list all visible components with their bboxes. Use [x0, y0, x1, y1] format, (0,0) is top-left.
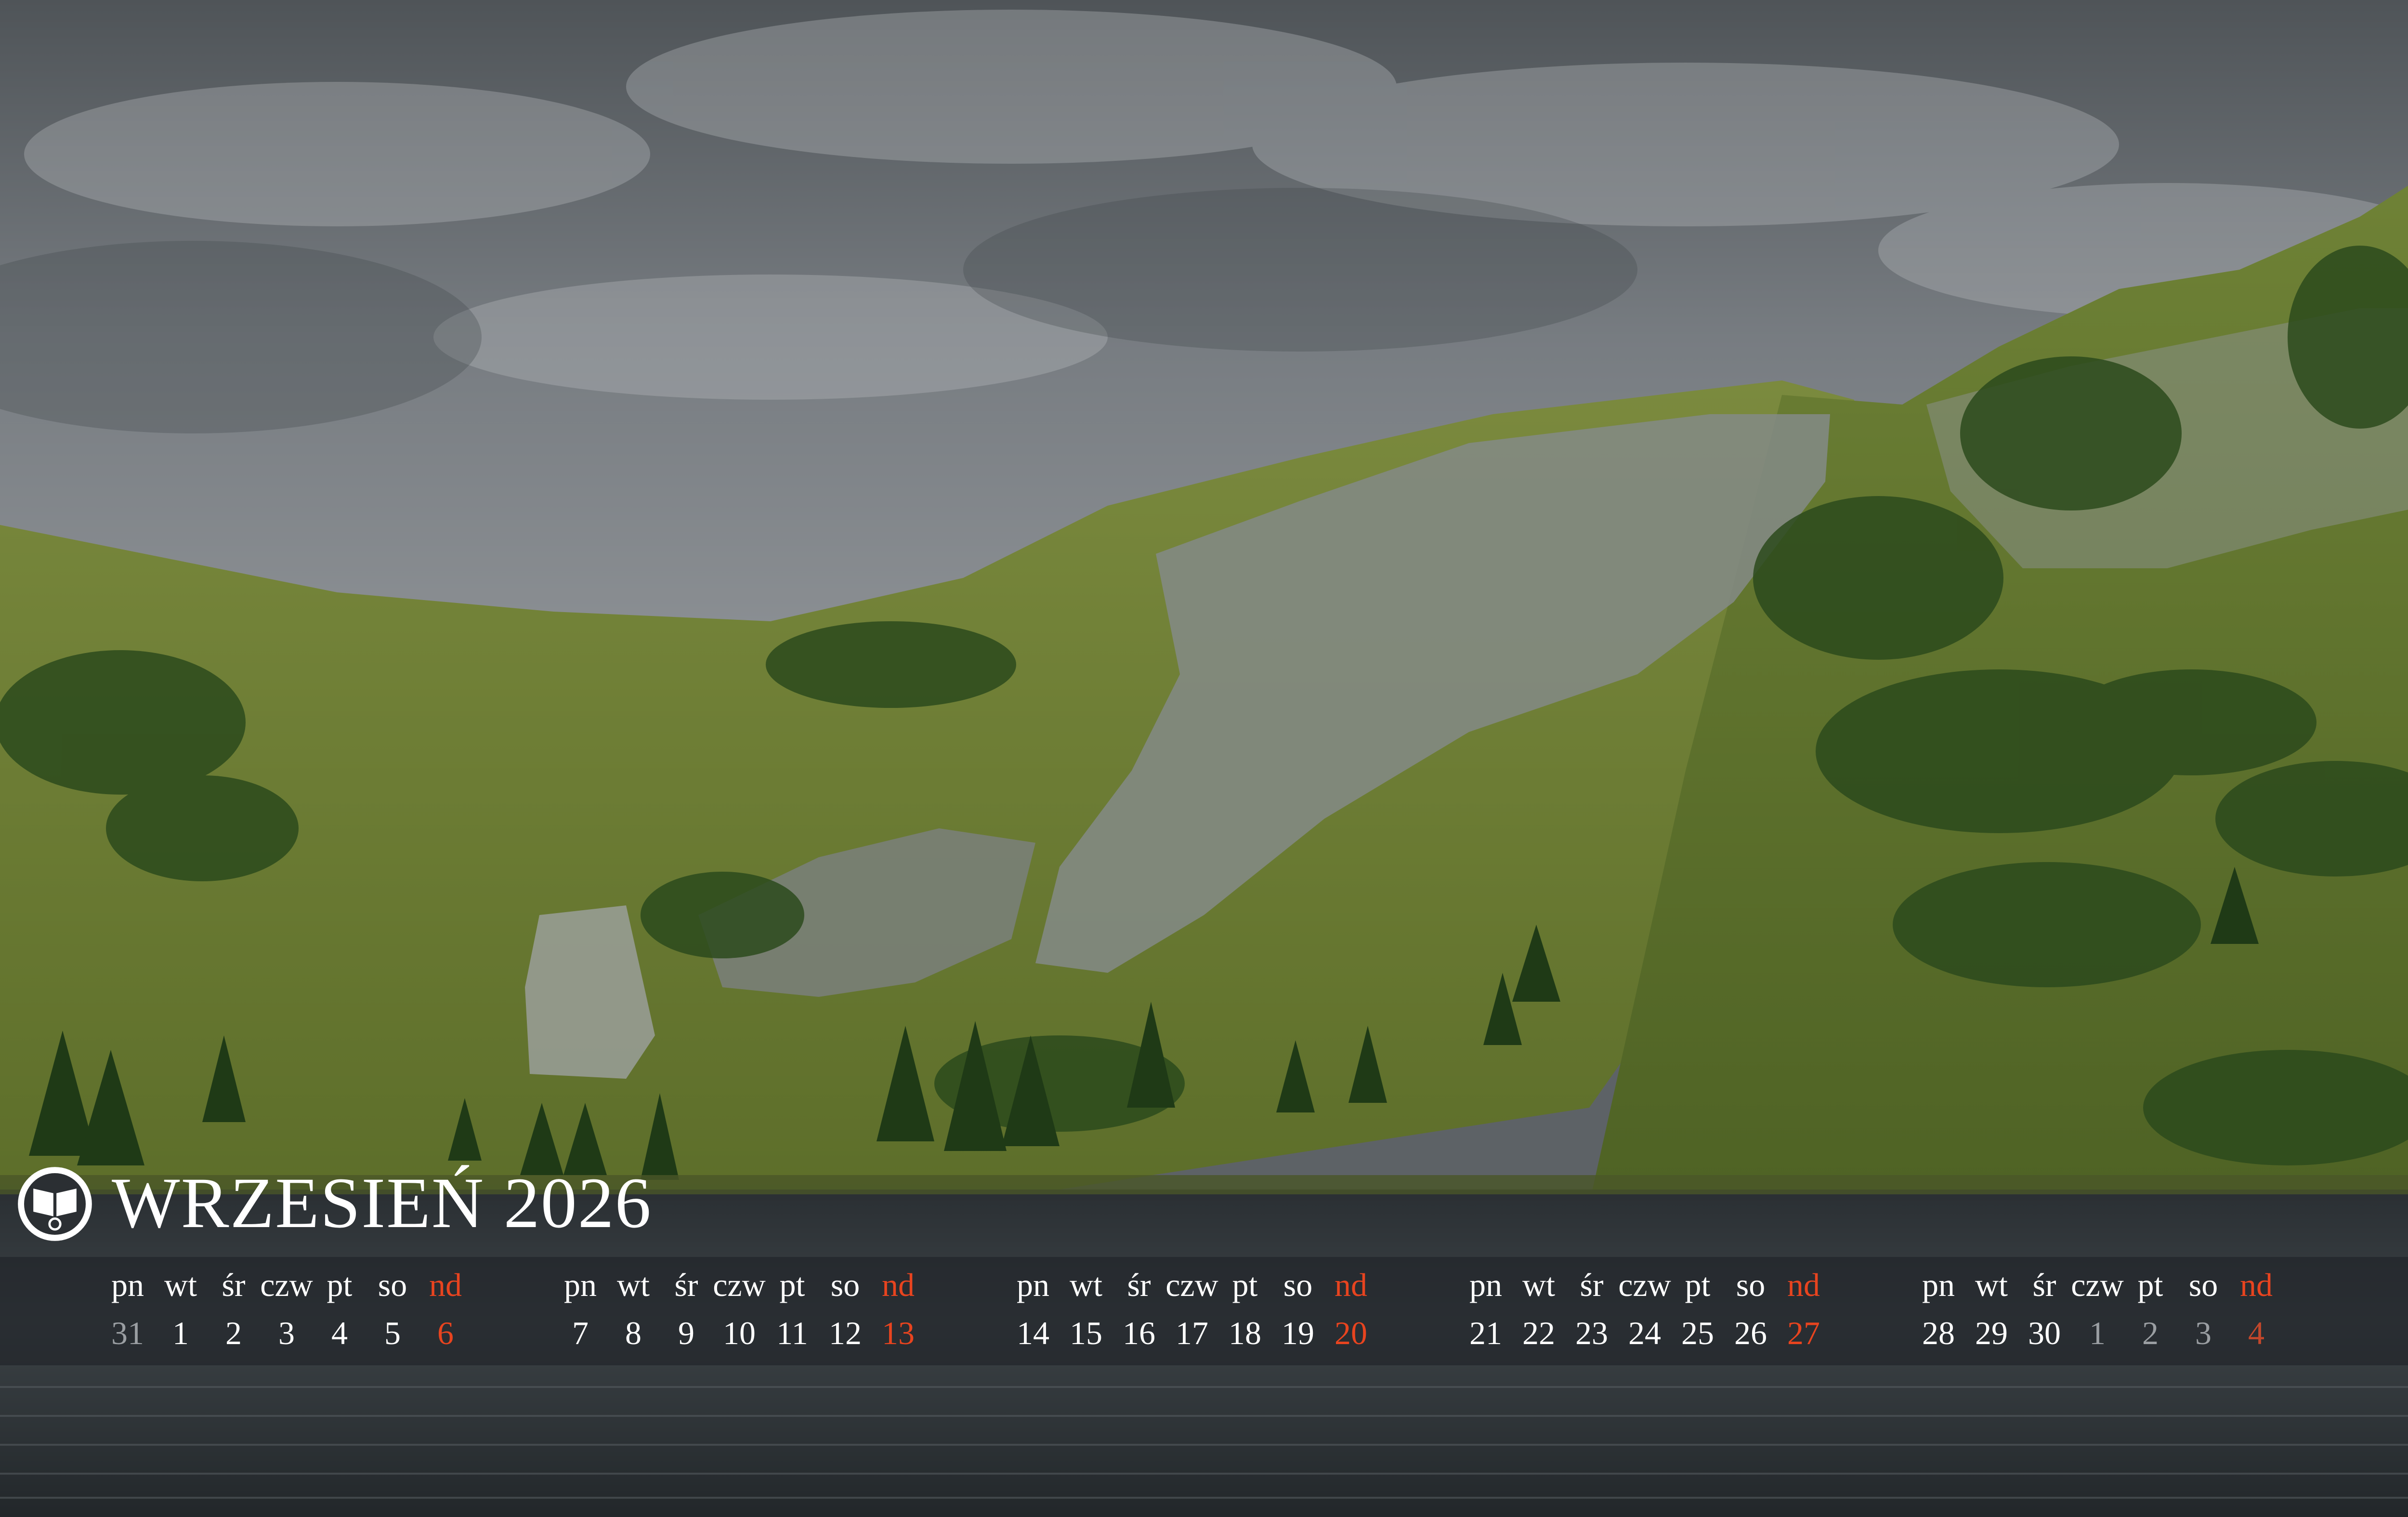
weekday-header: śr — [1580, 1267, 1604, 1303]
day-cell-sunday: 4 — [2248, 1315, 2264, 1351]
weekday-header: so — [830, 1267, 860, 1303]
weekday-header-sunday: nd — [1787, 1267, 1820, 1303]
day-cell-sunday: 6 — [437, 1315, 454, 1351]
day-cell: 26 — [1734, 1315, 1767, 1351]
weekday-header: śr — [1127, 1267, 1151, 1303]
weekday-header: so — [1736, 1267, 1766, 1303]
weekday-header: pt — [2137, 1267, 2163, 1303]
weekday-header: czw — [1618, 1267, 1671, 1303]
weekday-header-row: pn wt śr czw pt so nd — [101, 1261, 535, 1309]
day-cell: 2 — [2142, 1315, 2159, 1351]
day-cell: 9 — [678, 1315, 694, 1351]
weekday-header: pt — [327, 1267, 353, 1303]
day-cell-sunday: 13 — [882, 1315, 915, 1351]
weekday-header-row: pn wt śr czw pt so nd — [1007, 1261, 1440, 1309]
weekday-header: wt — [1522, 1267, 1555, 1303]
day-row: 31 1 2 3 4 5 6 — [101, 1309, 535, 1357]
day-cell: 18 — [1229, 1315, 1261, 1351]
weekday-header: czw — [713, 1267, 766, 1303]
day-cell: 5 — [384, 1315, 401, 1351]
day-cell: 31 — [111, 1315, 144, 1351]
day-row: 28 29 30 1 2 3 4 — [1912, 1309, 2345, 1357]
day-cell: 24 — [1628, 1315, 1661, 1351]
day-cell: 25 — [1681, 1315, 1714, 1351]
day-cell: 29 — [1975, 1315, 2008, 1351]
day-cell: 2 — [225, 1315, 242, 1351]
weekday-header: so — [2188, 1267, 2218, 1303]
weekday-header-row: pn wt śr czw pt so nd — [554, 1261, 987, 1309]
weekday-header-sunday: nd — [1335, 1267, 1367, 1303]
day-cell: 8 — [625, 1315, 641, 1351]
weekday-header-row: pn wt śr czw pt so nd — [1459, 1261, 1893, 1309]
day-cell-sunday: 20 — [1335, 1315, 1367, 1351]
weekday-header-sunday: nd — [429, 1267, 462, 1303]
day-cell: 30 — [2028, 1315, 2061, 1351]
day-row: 21 22 23 24 25 26 27 — [1459, 1309, 1893, 1357]
day-cell: 7 — [572, 1315, 589, 1351]
weekday-header: so — [1283, 1267, 1313, 1303]
day-cell: 3 — [2195, 1315, 2212, 1351]
weekday-header: pn — [1922, 1267, 1955, 1303]
day-cell: 4 — [331, 1315, 348, 1351]
weekday-header: pn — [564, 1267, 597, 1303]
day-cell: 16 — [1123, 1315, 1155, 1351]
book-logo-icon — [18, 1167, 92, 1241]
day-cell: 23 — [1575, 1315, 1608, 1351]
day-cell: 10 — [723, 1315, 756, 1351]
weekday-header-row: pn wt śr czw pt so nd — [1912, 1261, 2345, 1309]
day-cell: 3 — [278, 1315, 295, 1351]
weekday-header: wt — [164, 1267, 197, 1303]
month-title: WRZESIEŃ 2026 — [112, 1163, 652, 1243]
week-block: pn wt śr czw pt so nd 14 15 16 17 18 19 … — [1007, 1261, 1440, 1362]
day-row: 7 8 9 10 11 12 13 — [554, 1309, 987, 1357]
week-block: pn wt śr czw pt so nd 21 22 23 24 25 26 … — [1459, 1261, 1893, 1362]
day-cell: 15 — [1070, 1315, 1102, 1351]
weekday-header: śr — [674, 1267, 698, 1303]
day-cell: 1 — [2089, 1315, 2106, 1351]
weekday-header: wt — [617, 1267, 650, 1303]
day-cell: 22 — [1522, 1315, 1555, 1351]
weekday-header: so — [378, 1267, 407, 1303]
weekday-header: pt — [1232, 1267, 1258, 1303]
weekday-header: śr — [222, 1267, 246, 1303]
day-row: 14 15 16 17 18 19 20 — [1007, 1309, 1440, 1357]
week-block: pn wt śr czw pt so nd 28 29 30 1 2 3 4 — [1912, 1261, 2345, 1362]
day-cell: 1 — [172, 1315, 189, 1351]
day-cell: 19 — [1282, 1315, 1314, 1351]
day-cell-sunday: 27 — [1787, 1315, 1820, 1351]
weekday-header: pn — [1017, 1267, 1049, 1303]
weekday-header-sunday: nd — [2240, 1267, 2273, 1303]
day-cell: 17 — [1176, 1315, 1208, 1351]
weekday-header: pt — [1685, 1267, 1711, 1303]
weekday-header: czw — [260, 1267, 313, 1303]
weekday-header: pn — [111, 1267, 144, 1303]
weekday-header: czw — [1165, 1267, 1218, 1303]
week-block: pn wt śr czw pt so nd 7 8 9 10 11 12 13 — [554, 1261, 987, 1362]
weekday-header-sunday: nd — [882, 1267, 915, 1303]
weekday-header: czw — [2071, 1267, 2124, 1303]
weekday-header: wt — [1975, 1267, 2008, 1303]
day-cell: 28 — [1922, 1315, 1955, 1351]
day-cell: 14 — [1017, 1315, 1049, 1351]
day-cell: 21 — [1469, 1315, 1502, 1351]
weekday-header: pt — [779, 1267, 805, 1303]
day-cell: 12 — [829, 1315, 862, 1351]
weekday-header: wt — [1070, 1267, 1102, 1303]
week-block: pn wt śr czw pt so nd 31 1 2 3 4 5 6 — [101, 1261, 535, 1362]
day-cell: 11 — [776, 1315, 808, 1351]
weekday-header: śr — [2032, 1267, 2056, 1303]
weekday-header: pn — [1469, 1267, 1502, 1303]
